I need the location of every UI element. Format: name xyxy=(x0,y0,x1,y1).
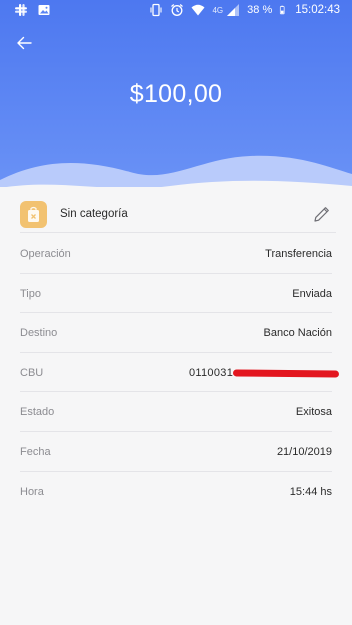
status-notifications xyxy=(14,3,51,17)
cbu-value: 0110031 xyxy=(189,366,341,382)
battery-icon xyxy=(280,5,285,15)
detail-label: Fecha xyxy=(20,445,51,458)
detail-value: 15:44 hs xyxy=(289,485,332,498)
cbu-number: 0110031 xyxy=(189,366,234,379)
detail-value: Exitosa xyxy=(295,406,332,419)
slack-icon xyxy=(15,4,27,16)
transaction-amount: $100,00 xyxy=(129,80,223,108)
status-clock: 15:02:43 xyxy=(295,4,340,16)
detail-row-cbu: CBU 0110031 xyxy=(20,353,340,393)
detail-row-destino: Destino Banco Nación xyxy=(20,313,332,353)
alarm-icon xyxy=(171,4,184,16)
detail-row-tipo: Tipo Enviada xyxy=(20,274,332,314)
detail-value: 21/10/2019 xyxy=(276,445,332,458)
back-button[interactable] xyxy=(12,33,36,53)
detail-value: Transferencia xyxy=(265,248,332,260)
wifi-icon xyxy=(191,4,205,16)
battery-percentage: 38 % xyxy=(247,4,273,16)
detail-label: Operación xyxy=(20,248,71,260)
status-bar: 4G 38 % 15:02:43 xyxy=(0,0,352,22)
signal-icon xyxy=(227,4,240,16)
category-label: Sin categoría xyxy=(60,208,128,220)
detail-label: Tipo xyxy=(20,287,41,300)
detail-row-operacion: Operación Transferencia xyxy=(20,234,332,274)
arrow-left-icon xyxy=(17,36,32,50)
detail-row-hora: Hora 15:44 hs xyxy=(20,472,332,512)
detail-row-fecha: Fecha 21/10/2019 xyxy=(20,432,332,472)
category-row[interactable]: Sin categoría xyxy=(20,200,336,233)
transaction-header: 4G 38 % 15:02:43 $100,00 xyxy=(0,0,352,195)
detail-value: Banco Nación xyxy=(263,327,333,340)
status-system: 4G 38 % 15:02:43 xyxy=(149,3,340,17)
pencil-icon xyxy=(314,207,329,222)
network-type-label: 4G xyxy=(212,5,224,15)
image-icon xyxy=(38,5,50,15)
edit-category-button[interactable] xyxy=(312,204,332,224)
detail-label: Destino xyxy=(20,327,58,340)
detail-label: Hora xyxy=(20,485,44,498)
detail-list: Operación Transferencia Tipo Enviada Des… xyxy=(20,234,340,512)
transaction-detail-panel: Sin categoría Operación Transferencia Ti… xyxy=(0,187,352,625)
vibrate-icon xyxy=(150,3,163,17)
detail-row-estado: Estado Exitosa xyxy=(20,392,332,432)
redaction-mark xyxy=(232,369,340,378)
detail-label: Estado xyxy=(20,406,55,419)
detail-label: CBU xyxy=(20,366,44,379)
detail-value: Enviada xyxy=(292,287,332,300)
uncategorized-bag-icon xyxy=(20,201,47,228)
